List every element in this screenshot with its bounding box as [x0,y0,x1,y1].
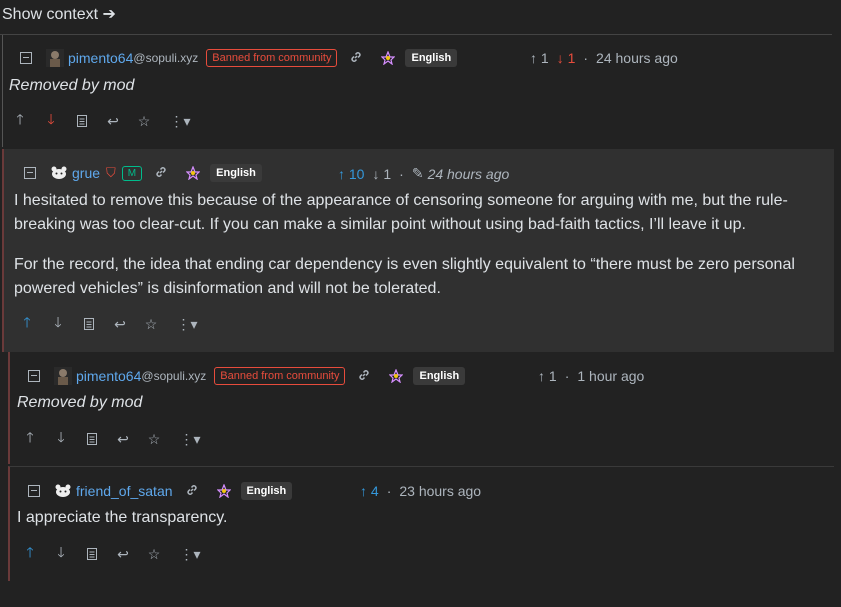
link-icon[interactable] [349,50,363,67]
comment: pimento64 @sopuli.xyz Banned from communi… [2,35,832,147]
timestamp: 23 hours ago [399,483,482,499]
vote-stats: ↑ 1 · 1 hour ago [538,368,644,384]
username[interactable]: friend_of_satan [76,483,173,499]
vote-stats: ↑ 10 ↓ 1 · ✎ 24 hours ago [338,165,509,182]
more-options-icon[interactable]: ⋮▾ [168,113,192,129]
comment-body: I appreciate the transparency. [17,509,228,526]
upvote-count: ↑ 1 [530,50,549,66]
separator: · [386,483,392,499]
reply-icon[interactable]: ↩ [106,113,120,129]
avatar[interactable] [54,482,72,500]
view-source-icon[interactable] [85,546,99,562]
comment-header: pimento64 @sopuli.xyz Banned from communi… [28,365,466,387]
upvote-button[interactable]: 🡑 [13,111,27,129]
collapse-icon[interactable] [28,485,40,497]
separator: · [399,165,404,182]
upvote-count: ↑ 10 [338,165,365,182]
save-star-icon[interactable]: ☆ [147,546,161,562]
link-icon[interactable] [357,368,371,385]
link-icon[interactable] [154,165,168,182]
fediverse-icon[interactable] [216,484,231,498]
instance: @sopuli.xyz [141,369,207,383]
timestamp: 24 hours ago [596,50,678,66]
more-options-icon[interactable]: ⋮▾ [178,431,202,447]
downvote-count: ↓ 1 [556,50,576,66]
comment-actions: 🡑 🡓 ↩ ☆ ⋮▾ [20,314,216,334]
downvote-button[interactable]: 🡓 [44,111,58,129]
comment: grue ⛉ M English ↑ 10 ↓ 1 · ✎ 24 hours a… [2,149,834,352]
username[interactable]: pimento64 [68,50,133,66]
avatar[interactable] [54,367,72,385]
downvote-button[interactable]: 🡓 [51,314,65,332]
banned-badge: Banned from community [214,367,346,385]
comment-actions: 🡑 🡓 ↩ ☆ ⋮▾ [23,544,219,564]
upvote-count: ↑ 4 [360,483,379,499]
comment-actions: 🡑 🡓 ↩ ☆ ⋮▾ [23,429,219,449]
comment-body: Removed by mod [9,77,135,94]
shield-icon: ⛉ [106,165,116,180]
timestamp: 24 hours ago [427,165,510,182]
reply-icon[interactable]: ↩ [113,316,127,332]
comment-body: Removed by mod [17,394,143,411]
thread-line [2,35,3,147]
upvote-count: ↑ 1 [538,368,557,384]
collapse-icon[interactable] [24,167,36,179]
downvote-button[interactable]: 🡓 [54,429,68,447]
comment-body-paragraph-1: I hesitated to remove this because of th… [14,192,788,233]
fediverse-icon[interactable] [186,166,201,180]
avatar[interactable] [46,49,64,67]
show-context-link[interactable]: Show context ➔ [2,4,116,24]
language-badge: English [210,164,262,182]
vote-stats: ↑ 1 ↓ 1 · 24 hours ago [530,50,678,66]
upvote-button[interactable]: 🡑 [20,314,34,332]
more-options-icon[interactable]: ⋮▾ [178,546,202,562]
downvote-count: ↓ 1 [372,165,392,182]
link-icon[interactable] [185,483,199,500]
instance: @sopuli.xyz [133,51,199,65]
comment-header: pimento64 @sopuli.xyz Banned from communi… [20,47,458,69]
upvote-button[interactable]: 🡑 [23,429,37,447]
mod-badge: M [121,165,143,181]
fediverse-icon[interactable] [389,369,404,383]
edit-icon: ✎ [411,165,424,181]
downvote-button[interactable]: 🡓 [54,544,68,562]
reply-icon[interactable]: ↩ [116,546,130,562]
save-star-icon[interactable]: ☆ [137,113,151,129]
comment-header: friend_of_satan English [28,480,293,502]
timestamp: 1 hour ago [577,368,645,384]
comment-header: grue ⛉ M English [24,162,262,184]
avatar[interactable] [50,164,68,182]
comment: friend_of_satan English ↑ 4 · 23 hours a… [8,466,834,581]
more-options-icon[interactable]: ⋮▾ [175,316,199,332]
collapse-icon[interactable] [28,370,40,382]
view-source-icon[interactable] [85,431,99,447]
comment-body-paragraph-2: For the record, the idea that ending car… [14,256,795,297]
view-source-icon[interactable] [75,113,89,129]
banned-badge: Banned from community [206,49,338,67]
language-badge: English [405,49,458,67]
upvote-button[interactable]: 🡑 [23,544,37,562]
comment-actions: 🡑 🡓 ↩ ☆ ⋮▾ [13,111,209,131]
fediverse-icon[interactable] [381,51,396,65]
vote-stats: ↑ 4 · 23 hours ago [360,483,481,499]
reply-icon[interactable]: ↩ [116,431,130,447]
username[interactable]: grue [72,165,100,181]
save-star-icon[interactable]: ☆ [144,316,158,332]
username[interactable]: pimento64 [76,368,141,384]
collapse-icon[interactable] [20,52,32,64]
view-source-icon[interactable] [82,316,96,332]
language-badge: English [240,482,293,500]
separator: · [583,50,589,66]
save-star-icon[interactable]: ☆ [147,431,161,447]
separator: · [564,368,570,384]
language-badge: English [413,367,466,385]
comment: pimento64 @sopuli.xyz Banned from communi… [8,352,834,464]
